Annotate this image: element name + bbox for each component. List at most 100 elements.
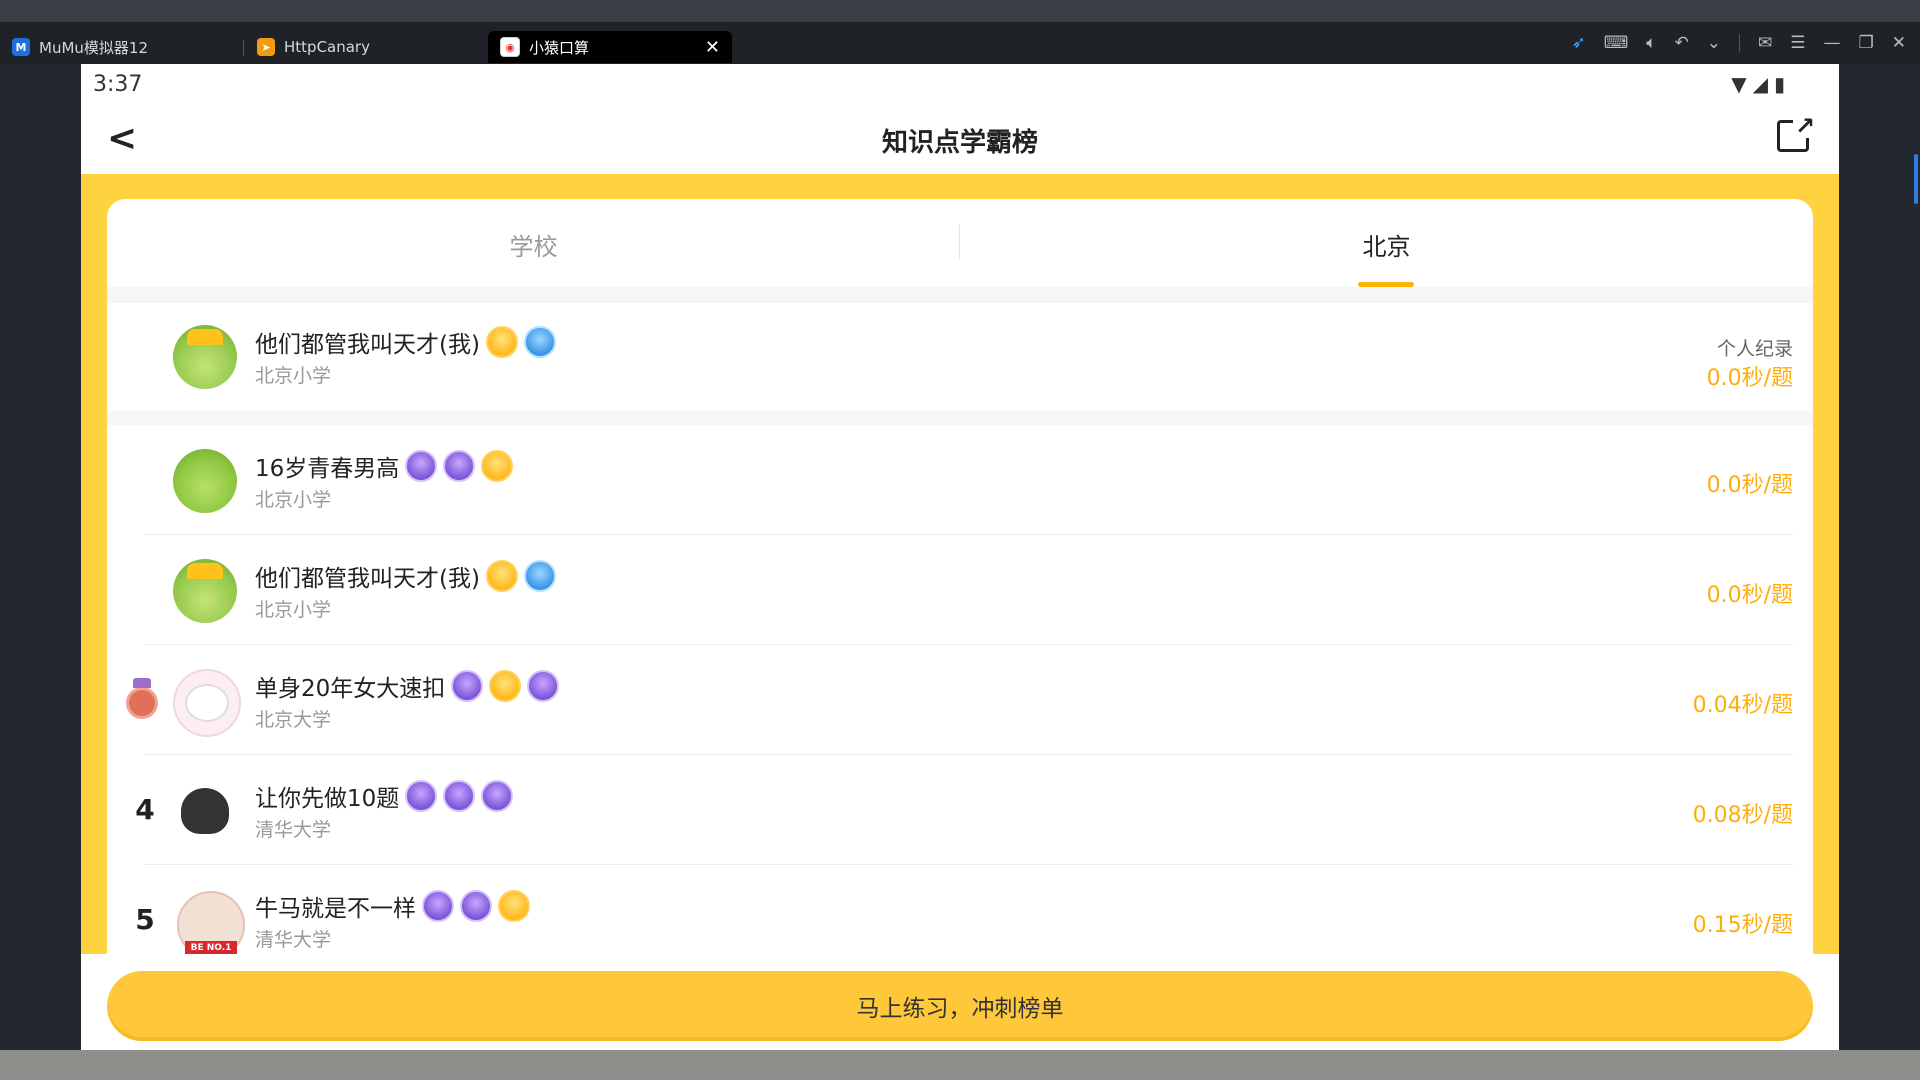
- user-name: 牛马就是不一样: [255, 896, 416, 922]
- bronze-medal-icon: [126, 678, 158, 719]
- pig-avatar: [167, 877, 253, 963]
- undo-icon[interactable]: ↶: [1675, 33, 1689, 53]
- blue-badge-icon: [523, 560, 556, 592]
- rank-number: 4: [135, 793, 155, 826]
- httpcanary-logo-icon: ➤: [257, 38, 275, 56]
- phone-screen: 3:37 ▼◢▮ < 知识点学霸榜 ↗ 学校 北京 他们都管我叫天才(我) 北京…: [81, 64, 1839, 1050]
- status-icons: ▼◢▮: [1731, 72, 1791, 96]
- mumu-logo-icon: M: [12, 38, 30, 56]
- emulator-tab-label: HttpCanary: [284, 38, 370, 56]
- user-school: 清华大学: [255, 819, 332, 841]
- restore-icon[interactable]: ❐: [1859, 33, 1874, 53]
- gold-badge-icon: [481, 450, 514, 482]
- user-name-line: 让你先做10题: [255, 779, 514, 813]
- user-name-line: 16岁青春男高: [255, 449, 514, 483]
- purple-badge-icon: [443, 450, 476, 482]
- purple-badge-icon: [481, 780, 514, 812]
- user-name: 他们都管我叫天才(我): [255, 332, 480, 358]
- wifi-icon: ▼: [1731, 72, 1753, 96]
- practice-now-button[interactable]: 马上练习，冲刺榜单: [107, 971, 1813, 1041]
- pointer-icon[interactable]: ➶: [1572, 33, 1586, 53]
- user-name: 他们都管我叫天才(我): [255, 566, 480, 592]
- keyboard-icon[interactable]: ⌨: [1604, 33, 1629, 53]
- user-name-line: 单身20年女大速扣: [255, 669, 560, 703]
- emulator-left-margin: [0, 64, 81, 1050]
- ranking-row[interactable]: 他们都管我叫天才(我) 北京小学 0.0秒/题: [107, 535, 1813, 645]
- purple-badge-icon: [422, 890, 454, 922]
- emulator-tab-label: MuMu模拟器12: [39, 38, 148, 57]
- user-score: 0.08秒/题: [1692, 803, 1793, 828]
- gold-badge-icon: [498, 890, 530, 922]
- user-name: 单身20年女大速扣: [255, 676, 446, 702]
- purple-badge-icon: [405, 780, 438, 812]
- emulator-right-margin: [1839, 64, 1920, 1050]
- user-score: 0.0秒/题: [1706, 583, 1793, 608]
- user-name-line: 他们都管我叫天才(我): [255, 559, 556, 593]
- ranking-row[interactable]: 单身20年女大速扣 北京大学 0.04秒/题: [107, 645, 1813, 755]
- green-crown-avatar: [173, 559, 237, 623]
- emulator-tab-label: 小猿口算: [529, 38, 590, 57]
- user-name-line: 牛马就是不一样: [255, 889, 530, 923]
- ranking-row[interactable]: 4 让你先做10题 清华大学 0.08秒/题: [107, 755, 1813, 865]
- status-bar: 3:37 ▼◢▮: [81, 64, 1839, 106]
- user-school: 清华大学: [255, 929, 332, 951]
- leaderboard-card: 学校 北京 他们都管我叫天才(我) 北京小学 个人纪录 0.0秒/题 16岁青春…: [107, 199, 1813, 999]
- user-school: 北京大学: [255, 709, 332, 731]
- tab-school[interactable]: 学校: [107, 227, 960, 262]
- my-record-row[interactable]: 他们都管我叫天才(我) 北京小学 个人纪录 0.0秒/题: [107, 303, 1813, 411]
- user-score: 0.15秒/题: [1692, 913, 1793, 938]
- scroll-indicator[interactable]: [1914, 154, 1918, 204]
- purple-badge-icon: [527, 670, 560, 702]
- close-tab-icon[interactable]: ✕: [705, 37, 720, 58]
- signal-icon: ◢: [1752, 72, 1774, 96]
- green-crown-avatar: [173, 325, 237, 389]
- ranking-row[interactable]: 16岁青春男高 北京小学 0.0秒/题: [107, 425, 1813, 535]
- my-school: 北京小学: [255, 365, 332, 387]
- purple-badge-icon: [405, 450, 438, 482]
- user-school: 北京小学: [255, 599, 332, 621]
- gold-badge-icon: [489, 670, 522, 702]
- purple-badge-icon: [460, 890, 492, 922]
- share-arrow-icon: ↗: [1792, 112, 1817, 140]
- leaderboard-tabs: 学校 北京: [107, 199, 1813, 287]
- gold-badge-icon: [485, 560, 518, 592]
- tab-divider: [243, 40, 244, 56]
- user-name: 让你先做10题: [255, 786, 400, 812]
- emulator-top-strip: [0, 0, 1920, 22]
- emulator-tab-httpcanary[interactable]: ➤ HttpCanary: [257, 31, 477, 63]
- emulator-tab-xiaoyuan[interactable]: ◉ 小猿口算 ✕: [488, 31, 732, 63]
- white-cat-avatar: [173, 669, 241, 737]
- my-name: 他们都管我叫天才(我): [255, 325, 556, 359]
- tab-beijing[interactable]: 北京: [960, 227, 1813, 262]
- user-school: 北京小学: [255, 489, 332, 511]
- blue-badge-icon: [523, 326, 556, 358]
- rank-number: 5: [135, 903, 155, 936]
- chevron-down-icon[interactable]: ⌄: [1707, 33, 1721, 53]
- user-score: 0.04秒/题: [1692, 693, 1793, 718]
- user-score: 0.0秒/题: [1706, 473, 1793, 498]
- personal-record-label: 个人纪录: [1716, 338, 1793, 360]
- page-header: < 知识点学霸榜 ↗: [81, 106, 1839, 174]
- volume-icon[interactable]: 🔈︎: [1646, 33, 1656, 53]
- menu-icon[interactable]: ☰: [1790, 33, 1805, 53]
- status-time: 3:37: [93, 72, 143, 97]
- emulator-bottom-strip: [0, 1050, 1920, 1080]
- dark-avatar: [173, 779, 237, 843]
- toolbar-divider: [1739, 34, 1740, 52]
- page-title: 知识点学霸榜: [881, 128, 1038, 158]
- emulator-tab-mumu[interactable]: M MuMu模拟器12: [12, 31, 242, 63]
- minimize-icon[interactable]: —: [1824, 33, 1841, 53]
- green-avatar: [173, 449, 237, 513]
- gold-badge-icon: [485, 326, 518, 358]
- user-name: 16岁青春男高: [255, 456, 400, 482]
- purple-badge-icon: [443, 780, 476, 812]
- section-gap: [107, 411, 1813, 425]
- battery-icon: ▮: [1773, 72, 1791, 96]
- close-icon[interactable]: ✕: [1892, 33, 1906, 53]
- section-gap: [107, 287, 1813, 303]
- emulator-system-icons: ➶ ⌨ 🔈︎ ↶ ⌄ ✉ ☰ — ❐ ✕: [1572, 33, 1907, 53]
- mail-icon[interactable]: ✉: [1758, 33, 1772, 53]
- my-score: 0.0秒/题: [1706, 366, 1793, 391]
- xiaoyuan-app-icon: ◉: [500, 37, 520, 57]
- purple-badge-icon: [451, 670, 484, 702]
